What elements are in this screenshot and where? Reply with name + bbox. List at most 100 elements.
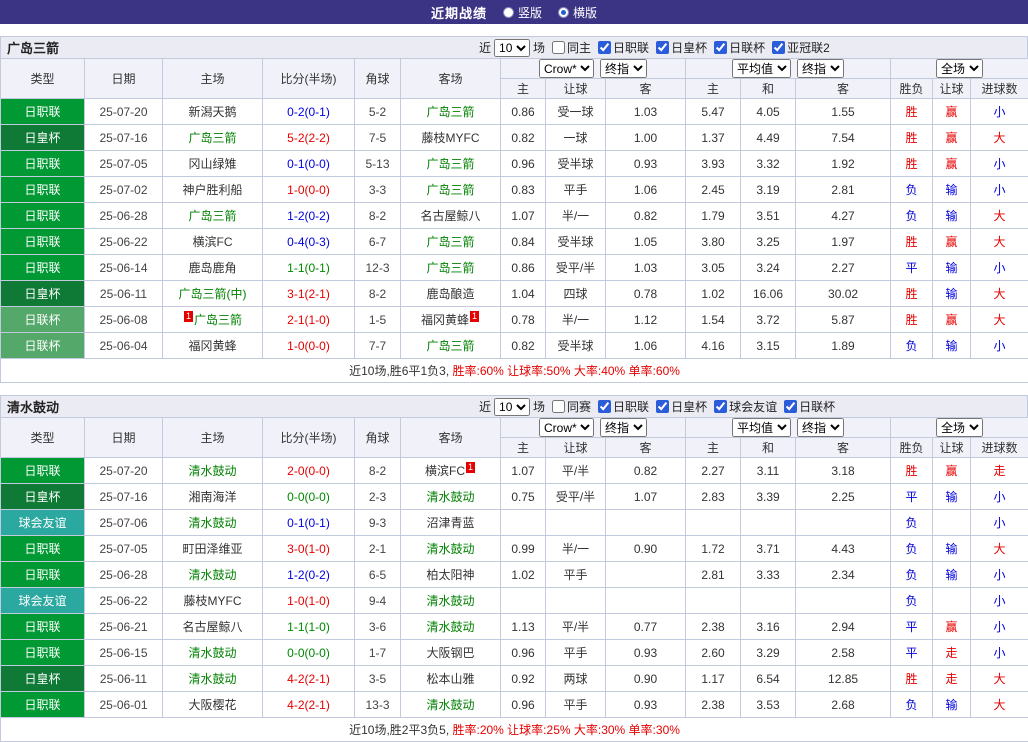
team-link[interactable]: 福冈黄蜂 — [188, 339, 236, 353]
league-checkbox[interactable] — [714, 41, 727, 54]
match-row: 日皇杯25-07-16广岛三箭5-2(2-2)7-5藤枝MYFC0.82一球1.… — [1, 125, 1028, 151]
team-link[interactable]: 横滨FC — [425, 464, 465, 478]
layout-radio-vertical[interactable]: 竖版 — [503, 4, 542, 21]
league-checkbox[interactable] — [772, 41, 785, 54]
league-checkbox[interactable] — [714, 400, 727, 413]
match-count-select[interactable]: 10 — [494, 39, 530, 57]
league-type-cell: 日职联 — [1, 99, 85, 125]
layout-radio-horizontal[interactable]: 横版 — [558, 4, 597, 21]
team-link[interactable]: 名古屋鲸八 — [420, 209, 480, 223]
team-link[interactable]: 广岛三箭 — [426, 261, 474, 275]
league-checkbox[interactable] — [598, 400, 611, 413]
team-link[interactable]: 沼津青蓝 — [426, 516, 474, 530]
team-link[interactable]: 清水鼓动 — [188, 646, 236, 660]
team-link[interactable]: 广岛三箭(中) — [179, 287, 247, 301]
team-link[interactable]: 广岛三箭 — [426, 157, 474, 171]
final-euro-odds-select[interactable]: 终指 — [797, 59, 844, 78]
bookmaker-select[interactable]: Crow* — [539, 59, 594, 78]
team-link[interactable]: 广岛三箭 — [426, 105, 474, 119]
away-team-cell: 柏太阳神 — [401, 562, 501, 588]
team-link[interactable]: 清水鼓动 — [188, 672, 236, 686]
score-cell: 1-1(1-0) — [263, 614, 355, 640]
league-checkbox[interactable] — [598, 41, 611, 54]
result-goals-cell: 大 — [971, 307, 1028, 333]
avg-draw-odds-cell: 3.11 — [741, 458, 796, 484]
team-link[interactable]: 横滨FC — [193, 235, 233, 249]
same-venue-checkbox[interactable] — [552, 41, 565, 54]
score-cell: 1-0(0-0) — [263, 177, 355, 203]
team-link[interactable]: 清水鼓动 — [426, 620, 474, 634]
column-header-score: 比分(半场) — [263, 59, 355, 99]
team-link[interactable]: 名古屋鲸八 — [182, 620, 242, 634]
league-type-cell: 日职联 — [1, 692, 85, 718]
team-link[interactable]: 清水鼓动 — [188, 464, 236, 478]
same-venue-filter[interactable]: 同主 — [552, 39, 591, 56]
team-link[interactable]: 町田泽维亚 — [182, 542, 242, 556]
team-link[interactable]: 清水鼓动 — [426, 594, 474, 608]
team-link[interactable]: 松本山雅 — [426, 672, 474, 686]
result-goals-cell: 小 — [971, 614, 1028, 640]
team-link[interactable]: 大阪钢巴 — [426, 646, 474, 660]
handicap-away-odds-cell — [606, 510, 686, 536]
radio-vertical-icon[interactable] — [503, 7, 514, 18]
league-filter-2[interactable]: 日联杯 — [714, 39, 765, 56]
team-link[interactable]: 清水鼓动 — [188, 516, 236, 530]
team-link[interactable]: 鹿岛鹿角 — [188, 261, 236, 275]
result-handicap-cell: 赢 — [933, 614, 971, 640]
avg-away-odds-cell: 2.27 — [796, 255, 891, 281]
match-count-select[interactable]: 10 — [494, 398, 530, 416]
league-filter-1[interactable]: 日皇杯 — [656, 39, 707, 56]
scope-select[interactable]: 全场 — [936, 418, 983, 437]
team-link[interactable]: 鹿岛酿造 — [426, 287, 474, 301]
league-filter-0[interactable]: 日职联 — [598, 398, 649, 415]
league-filter-0[interactable]: 日职联 — [598, 39, 649, 56]
team-link[interactable]: 湘南海洋 — [188, 490, 236, 504]
away-team-cell: 藤枝MYFC — [401, 125, 501, 151]
same-venue-checkbox[interactable] — [552, 400, 565, 413]
team-link[interactable]: 广岛三箭 — [194, 313, 242, 327]
handicap-away-odds-cell: 0.93 — [606, 640, 686, 666]
final-euro-odds-select[interactable]: 终指 — [797, 418, 844, 437]
radio-horizontal-icon[interactable] — [558, 7, 569, 18]
league-filter-3[interactable]: 日联杯 — [784, 398, 835, 415]
final-odds-select[interactable]: 终指 — [600, 418, 647, 437]
team-link[interactable]: 清水鼓动 — [426, 490, 474, 504]
team-link[interactable]: 清水鼓动 — [426, 698, 474, 712]
average-odds-select[interactable]: 平均值 — [732, 59, 791, 78]
league-checkbox[interactable] — [656, 41, 669, 54]
away-team-cell: 福冈黄蜂1 — [401, 307, 501, 333]
team-link[interactable]: 大阪樱花 — [188, 698, 236, 712]
team-link[interactable]: 广岛三箭 — [426, 183, 474, 197]
league-checkbox[interactable] — [656, 400, 669, 413]
bookmaker-select[interactable]: Crow* — [539, 418, 594, 437]
league-filter-1[interactable]: 日皇杯 — [656, 398, 707, 415]
team-link[interactable]: 广岛三箭 — [188, 131, 236, 145]
league-checkbox[interactable] — [784, 400, 797, 413]
result-handicap-cell: 赢 — [933, 99, 971, 125]
team-link[interactable]: 神户胜利船 — [182, 183, 242, 197]
handicap-line-cell: 受半球 — [546, 333, 606, 359]
team-link[interactable]: 福冈黄蜂 — [421, 313, 469, 327]
team-link[interactable]: 广岛三箭 — [426, 235, 474, 249]
same-venue-filter[interactable]: 同赛 — [552, 398, 591, 415]
team-link[interactable]: 藤枝MYFC — [422, 131, 480, 145]
team-link[interactable]: 广岛三箭 — [426, 339, 474, 353]
result-wdl-cell: 胜 — [891, 307, 933, 333]
handicap-away-odds-cell: 1.03 — [606, 255, 686, 281]
away-team-cell: 松本山雅 — [401, 666, 501, 692]
scope-select[interactable]: 全场 — [936, 59, 983, 78]
team-link[interactable]: 清水鼓动 — [188, 568, 236, 582]
team-link[interactable]: 柏太阳神 — [426, 568, 474, 582]
team-link[interactable]: 新潟天鹅 — [188, 105, 236, 119]
team-link[interactable]: 冈山绿雉 — [188, 157, 236, 171]
result-goals-cell: 小 — [971, 562, 1028, 588]
team-link[interactable]: 藤枝MYFC — [184, 594, 242, 608]
average-odds-select[interactable]: 平均值 — [732, 418, 791, 437]
league-filter-2[interactable]: 球会友谊 — [714, 398, 777, 415]
team-link[interactable]: 清水鼓动 — [426, 542, 474, 556]
result-handicap-cell: 赢 — [933, 151, 971, 177]
league-filter-3[interactable]: 亚冠联2 — [772, 39, 830, 56]
team-link[interactable]: 广岛三箭 — [188, 209, 236, 223]
final-odds-select[interactable]: 终指 — [600, 59, 647, 78]
column-header-type: 类型 — [1, 59, 85, 99]
